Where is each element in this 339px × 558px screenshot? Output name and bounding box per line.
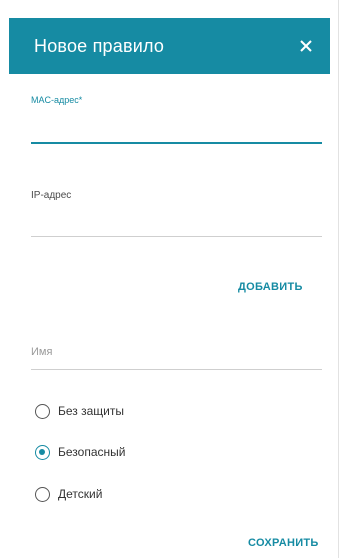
save-button[interactable]: СОХРАНИТЬ bbox=[248, 537, 319, 549]
dialog-title: Новое правило bbox=[34, 36, 165, 56]
radio-label-child: Детский bbox=[58, 487, 103, 501]
radio-option-child[interactable]: Детский bbox=[35, 484, 102, 504]
add-button[interactable]: ДОБАВИТЬ bbox=[238, 281, 303, 293]
radio-checked-icon bbox=[35, 444, 50, 460]
dialog-header: Новое правило bbox=[9, 18, 330, 74]
radio-label-safe: Безопасный bbox=[58, 445, 126, 459]
radio-unchecked-icon bbox=[35, 403, 50, 419]
radio-unchecked-icon bbox=[35, 486, 50, 502]
name-underline bbox=[31, 369, 322, 370]
close-icon bbox=[300, 40, 312, 52]
mac-address-field: MAC-адрес* bbox=[31, 95, 322, 147]
radio-option-safe[interactable]: Безопасный bbox=[35, 442, 125, 462]
close-button[interactable] bbox=[292, 32, 320, 60]
mac-address-underline bbox=[31, 142, 322, 144]
mac-address-label: MAC-адрес* bbox=[31, 95, 83, 105]
radio-option-no-protection[interactable]: Без защиты bbox=[35, 401, 124, 421]
name-field: Имя bbox=[31, 340, 322, 370]
ip-address-input[interactable] bbox=[31, 210, 322, 234]
ip-address-underline bbox=[31, 236, 322, 237]
radio-label-no-protection: Без защиты bbox=[58, 404, 124, 418]
new-rule-dialog: Новое правило MAC-адрес* IP-адрес ДОБАВИ… bbox=[0, 0, 339, 558]
ip-address-field: IP-адрес bbox=[31, 190, 322, 238]
ip-address-label: IP-адрес bbox=[31, 190, 72, 201]
name-input[interactable] bbox=[31, 340, 322, 364]
mac-address-input[interactable] bbox=[31, 115, 322, 139]
